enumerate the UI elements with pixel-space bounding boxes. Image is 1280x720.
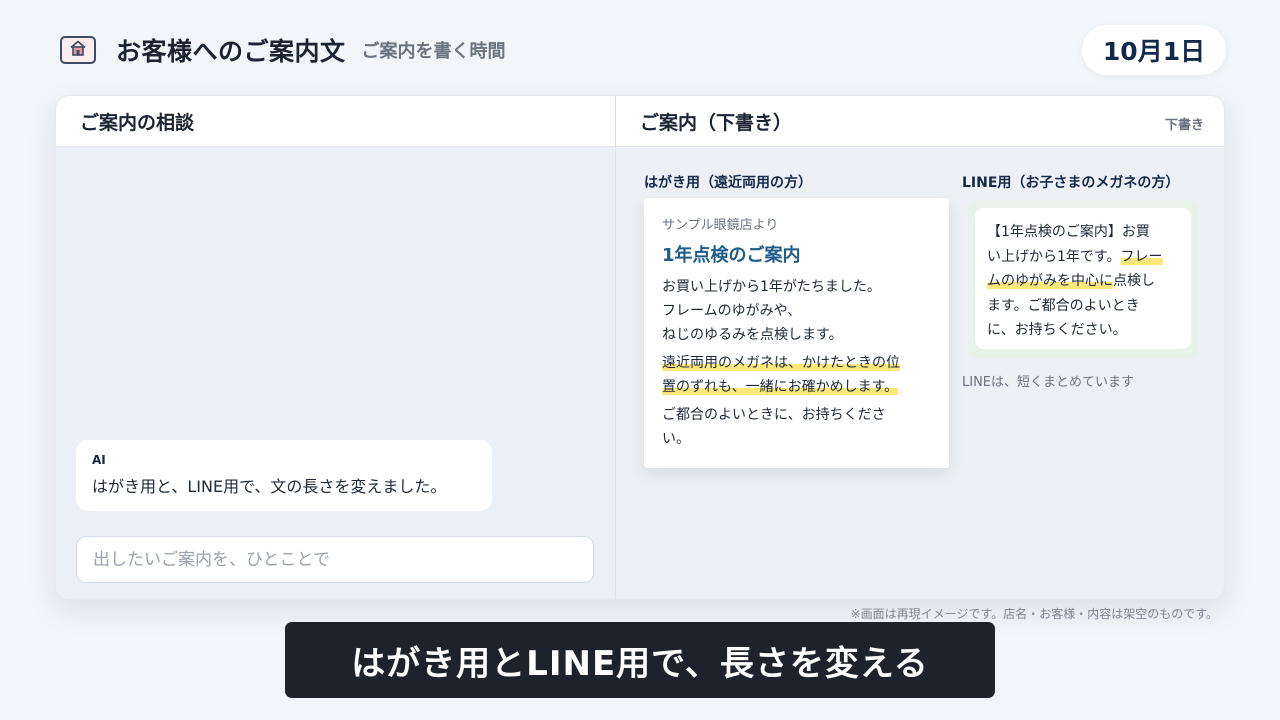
- app-title: お客様へのご案内文: [116, 37, 346, 66]
- postcard-line: フレームのゆがみや、: [662, 303, 802, 319]
- line-message-line: ムのゆがみを中心に点検し: [987, 273, 1155, 289]
- postcard-highlight: 遠近両用のメガネは、かけたときの位 置のずれも、一緒にお確かめします。: [662, 351, 931, 399]
- home-button[interactable]: [60, 36, 96, 64]
- consultation-title: ご案内の相談: [80, 111, 195, 134]
- postcard-line: お買い上げから1年がたちました。: [662, 279, 881, 295]
- postcard-body: お買い上げから1年がたちました。 フレームのゆがみや、 ねじのゆるみを点検します…: [662, 275, 931, 451]
- video-caption: はがき用とLINE用で、長さを変える: [285, 622, 995, 698]
- app-header: お客様へのご案内文 ご案内を書く時間: [60, 30, 506, 70]
- line-note: LINEは、短くまとめています: [962, 375, 1135, 390]
- line-message-bubble[interactable]: 【1年点検のご案内】お買 い上げから1年です。フレー ムのゆがみを中心に点検し …: [975, 208, 1191, 349]
- postcard-heading: 1年点検のご案内: [662, 245, 801, 266]
- draft-pane: ご案内（下書き） 下書き はがき用（遠近両用の方） サンプル眼鏡店より 1年点検…: [615, 96, 1224, 599]
- consultation-pane: ご案内の相談 AI はがき用と、LINE用で、文の長さを変えました。: [56, 96, 615, 599]
- draft-status-tag: 下書き: [1164, 118, 1204, 133]
- draft-header: ご案内（下書き） 下書き: [616, 96, 1224, 147]
- postcard-line: ねじのゆるみを点検します。: [662, 327, 843, 343]
- home-icon: [69, 39, 87, 61]
- postcard-draft[interactable]: サンプル眼鏡店より 1年点検のご案内 お買い上げから1年がたちました。 フレーム…: [644, 198, 949, 468]
- postcard-label: はがき用（遠近両用の方）: [644, 175, 812, 191]
- postcard-sender: サンプル眼鏡店より: [662, 218, 779, 233]
- app-subtitle: ご案内を書く時間: [361, 41, 506, 62]
- postcard-highlight-line: 置のずれも、一緒にお確かめします。: [662, 379, 899, 395]
- line-message-line: 【1年点検のご案内】お買: [987, 224, 1150, 240]
- consultation-header: ご案内の相談: [56, 96, 615, 147]
- date-badge: 10月1日: [1082, 25, 1226, 75]
- postcard-closing: ご都合のよいときに、お持ちくださ い。: [662, 403, 931, 451]
- line-label: LINE用（お子さまのメガネの方）: [962, 175, 1180, 191]
- ai-message-bubble: AI はがき用と、LINE用で、文の長さを変えました。: [76, 440, 492, 511]
- line-message-line: に、お持ちください。: [987, 322, 1127, 338]
- line-highlight: フレー: [1120, 248, 1163, 265]
- line-message-line: い上げから1年です。フレー: [987, 248, 1163, 265]
- postcard-line: い。: [662, 431, 690, 447]
- message-input[interactable]: [76, 536, 594, 583]
- disclaimer: ※画面は再現イメージです。店名・お客様・内容は架空のものです。: [850, 607, 1218, 621]
- draft-title: ご案内（下書き）: [640, 111, 793, 134]
- line-message-line: ます。ご都合のよいとき: [987, 297, 1140, 314]
- ai-sender-label: AI: [92, 453, 106, 467]
- main-panel: ご案内の相談 AI はがき用と、LINE用で、文の長さを変えました。 ご案内（下…: [55, 95, 1225, 600]
- line-highlight: ムのゆがみを中心に: [987, 273, 1113, 289]
- postcard-highlight-line: 遠近両用のメガネは、かけたときの位: [662, 355, 900, 371]
- postcard-line: ご都合のよいときに、お持ちくださ: [662, 407, 886, 423]
- ai-message-text: はがき用と、LINE用で、文の長さを変えました。: [92, 477, 447, 496]
- line-preview: 【1年点検のご案内】お買 い上げから1年です。フレー ムのゆがみを中心に点検し …: [968, 200, 1198, 358]
